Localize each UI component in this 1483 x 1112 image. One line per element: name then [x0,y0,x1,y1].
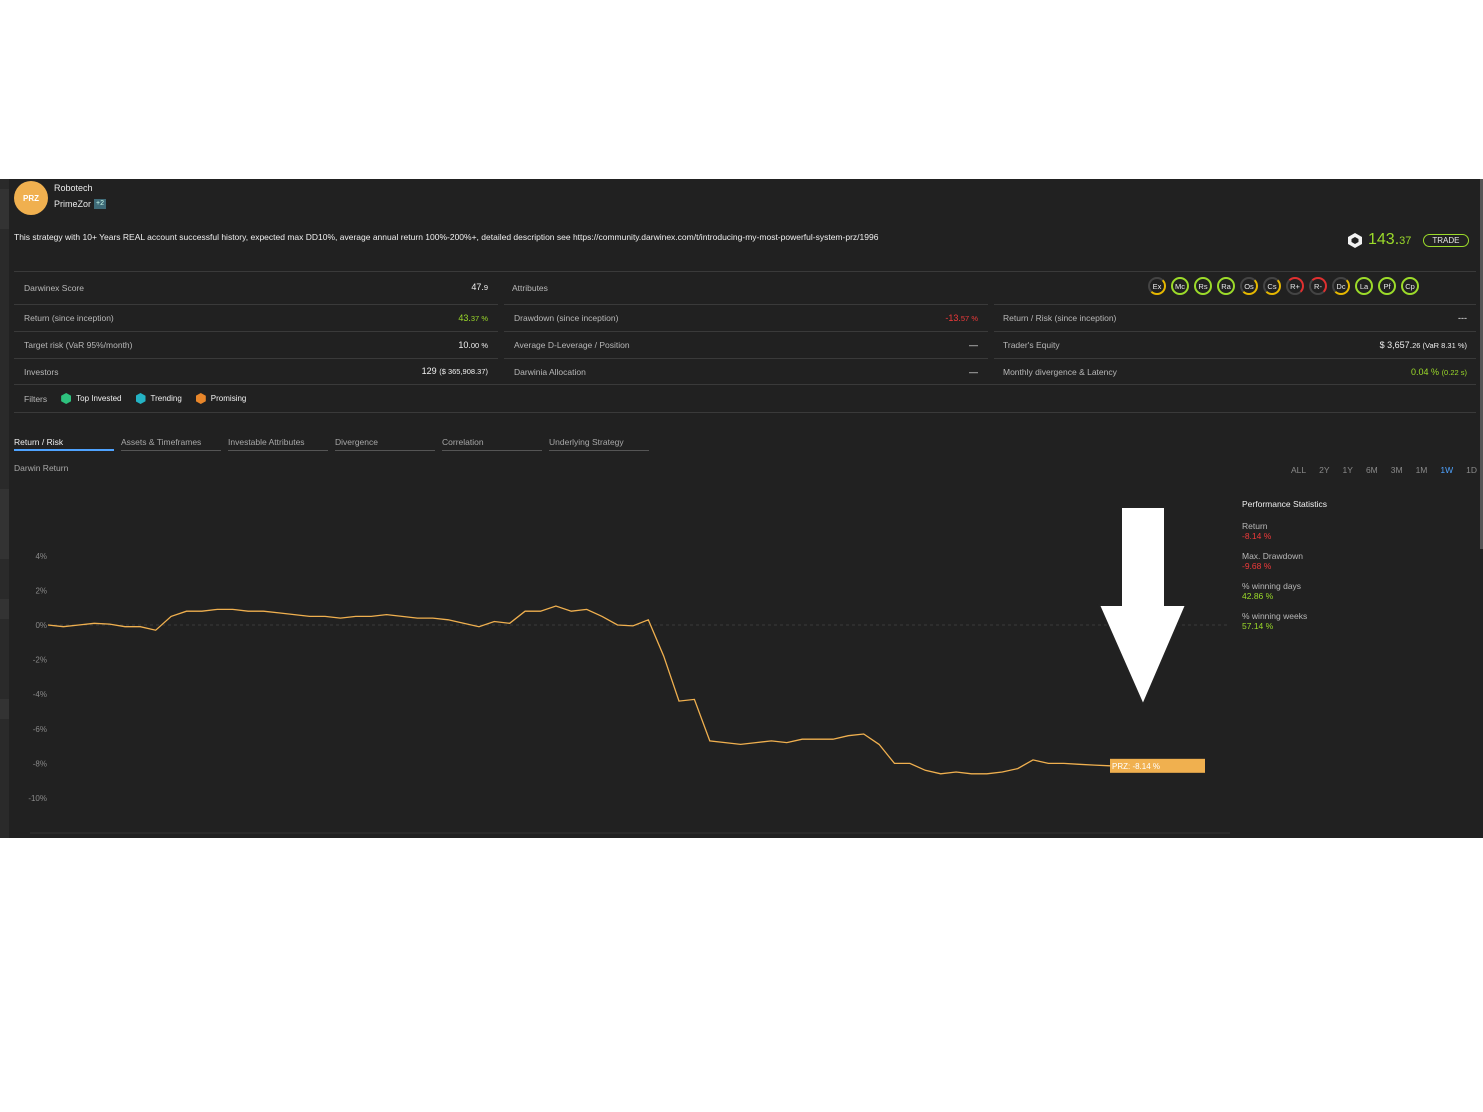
series-end-label: PRZ: -8.14 % [1112,762,1160,771]
perf-winning-days: % winning days 42.86 % [1242,581,1302,601]
y-tick-label: 2% [35,586,47,595]
performance-statistics: Performance Statistics Return -8.14 % Max… [1242,499,1327,641]
down-arrow-annotation [1097,506,1188,708]
y-tick-label: 0% [35,621,47,630]
series-line-prz [47,605,1111,775]
y-tick-label: 4% [35,552,47,561]
perf-winning-weeks: % winning weeks 57.14 % [1242,611,1308,631]
perf-return: Return -8.14 % [1242,521,1272,541]
darwin-panel: PRZ Robotech PrimeZor +2 This strategy w… [0,179,1483,838]
y-tick-label: -10% [28,794,47,803]
performance-title: Performance Statistics [1242,499,1328,509]
y-tick-label: -2% [33,656,47,665]
perf-max-drawdown: Max. Drawdown -9.68 % [1242,551,1303,571]
y-tick-label: -8% [33,759,47,768]
y-tick-label: -6% [33,725,47,734]
y-tick-label: -4% [33,690,47,699]
